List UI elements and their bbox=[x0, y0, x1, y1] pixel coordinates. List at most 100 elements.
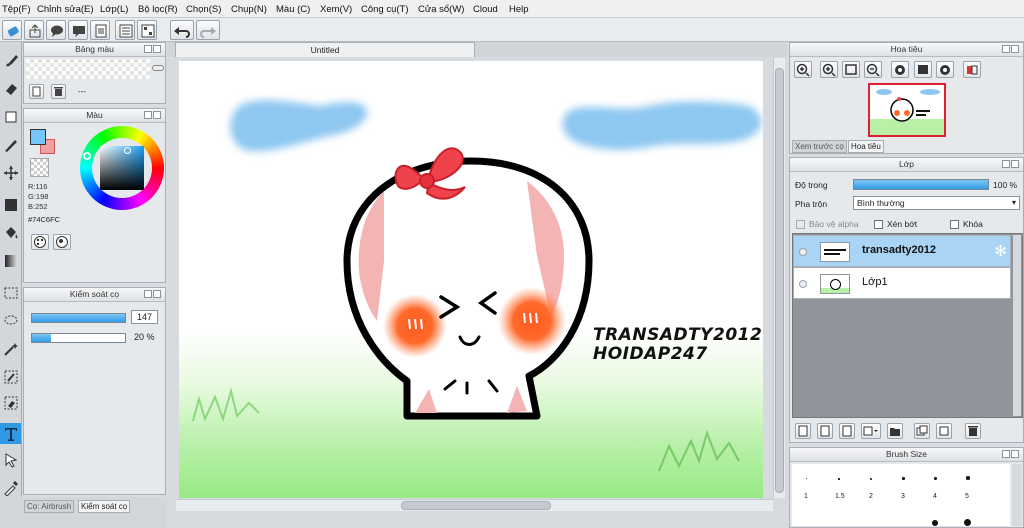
tab-navigator[interactable]: Hoa tiêu bbox=[848, 140, 884, 153]
brush-size-1-5[interactable]: 1.5 bbox=[835, 493, 845, 500]
duplicate-layer-button[interactable] bbox=[914, 423, 930, 439]
gear-icon[interactable]: ✻ bbox=[994, 244, 1007, 259]
panel-window-buttons[interactable] bbox=[1001, 450, 1021, 459]
stabilizer-tool[interactable] bbox=[0, 134, 21, 155]
zoom-in-2-button[interactable] bbox=[820, 61, 838, 78]
chat-button[interactable] bbox=[46, 20, 66, 40]
menu-edit[interactable]: Chỉnh sửa(E) bbox=[37, 4, 94, 15]
layer-item[interactable]: Lớp1 bbox=[793, 267, 1011, 299]
brush-size-4[interactable]: 4 bbox=[933, 493, 937, 500]
redo-button[interactable] bbox=[196, 20, 220, 40]
menu-tools[interactable]: Công cụ(T) bbox=[361, 4, 409, 15]
rotate-right-button[interactable] bbox=[936, 61, 954, 78]
menu-window[interactable]: Cửa sổ(W) bbox=[418, 4, 464, 15]
brush-size-field[interactable]: 147 bbox=[131, 310, 158, 324]
menu-capture[interactable]: Chụp(N) bbox=[231, 4, 267, 15]
palette-scroll[interactable] bbox=[152, 65, 164, 71]
clipping-checkbox[interactable]: Xén bớt bbox=[874, 219, 917, 230]
horizontal-scrollbar[interactable] bbox=[176, 499, 773, 511]
merge-layer-button[interactable] bbox=[936, 423, 952, 439]
panel-window-buttons[interactable] bbox=[143, 290, 163, 299]
zoom-out-button[interactable] bbox=[864, 61, 882, 78]
panel-window-buttons[interactable] bbox=[143, 45, 163, 54]
move-tool[interactable] bbox=[0, 162, 21, 183]
vertical-scroll-thumb[interactable] bbox=[775, 68, 784, 493]
menu-file[interactable]: Tệp(F) bbox=[2, 4, 31, 15]
document-tab[interactable]: Untitled bbox=[175, 42, 475, 57]
select-pen-tool[interactable] bbox=[0, 366, 21, 387]
brush-size-scrollbar[interactable] bbox=[1012, 464, 1022, 526]
menu-select[interactable]: Chọn(S) bbox=[186, 4, 221, 15]
horizontal-scroll-thumb[interactable] bbox=[401, 501, 551, 510]
fit-screen-button[interactable] bbox=[842, 61, 860, 78]
foreground-color-swatch[interactable] bbox=[30, 129, 46, 145]
reset-view-button[interactable] bbox=[914, 61, 932, 78]
bucket-tool[interactable] bbox=[0, 222, 21, 243]
new-layer-button[interactable] bbox=[795, 423, 811, 439]
new-layer-2-button[interactable] bbox=[817, 423, 833, 439]
tab-airbrush[interactable]: Cọ: Airbrush bbox=[24, 500, 75, 513]
panel-window-buttons[interactable] bbox=[143, 111, 163, 120]
delete-layer-button[interactable] bbox=[965, 423, 981, 439]
export-button[interactable] bbox=[24, 20, 44, 40]
layer-opacity-slider[interactable] bbox=[853, 179, 989, 190]
transparent-color-swatch[interactable] bbox=[30, 158, 49, 177]
magic-wand-tool[interactable] bbox=[0, 338, 21, 359]
text-tool[interactable] bbox=[0, 423, 21, 444]
rotate-left-button[interactable] bbox=[891, 61, 909, 78]
protect-alpha-checkbox[interactable]: Bảo vệ alpha bbox=[796, 219, 859, 230]
lock-checkbox[interactable]: Khóa bbox=[950, 219, 983, 230]
gradient-tool[interactable] bbox=[0, 250, 21, 271]
fill-rect-tool[interactable] bbox=[0, 194, 21, 215]
layer-list-scrollbar[interactable] bbox=[1013, 235, 1021, 416]
folder-button[interactable] bbox=[887, 423, 903, 439]
brush-size-1[interactable]: 1 bbox=[804, 493, 808, 500]
brush-opacity-slider[interactable] bbox=[31, 333, 126, 343]
zoom-in-button[interactable] bbox=[794, 61, 812, 78]
undo-button[interactable] bbox=[170, 20, 194, 40]
select-rect-tool[interactable] bbox=[0, 282, 21, 303]
color-settings-button[interactable] bbox=[53, 234, 71, 250]
tab-brush-control[interactable]: Kiểm soát cọ bbox=[78, 500, 131, 513]
eyedropper-tool[interactable] bbox=[0, 477, 21, 498]
panel-window-buttons[interactable] bbox=[1001, 160, 1021, 169]
panel-window-buttons[interactable] bbox=[1001, 45, 1021, 54]
palette-swatches[interactable] bbox=[26, 59, 150, 79]
add-palette-button[interactable] bbox=[29, 84, 44, 99]
flip-button[interactable] bbox=[963, 61, 981, 78]
tab-brush-preview[interactable]: Xem trước cọ bbox=[792, 140, 847, 153]
layer-item-selected[interactable]: transadty2012 ✻ bbox=[793, 235, 1011, 267]
brush-size-2[interactable]: 2 bbox=[869, 493, 873, 500]
navigator-preview[interactable] bbox=[868, 83, 946, 137]
color-wheel[interactable] bbox=[80, 126, 164, 210]
comment-button[interactable] bbox=[68, 20, 88, 40]
canvas-mode-button[interactable] bbox=[2, 20, 22, 40]
brush-size-5[interactable]: 5 bbox=[965, 493, 969, 500]
saturation-value-square[interactable] bbox=[100, 146, 144, 190]
color-mode-button[interactable] bbox=[31, 234, 49, 250]
document-button[interactable] bbox=[90, 20, 110, 40]
menu-layer[interactable]: Lớp(L) bbox=[100, 4, 128, 15]
menu-help[interactable]: Help bbox=[509, 4, 529, 15]
menu-filter[interactable]: Bộ lọc(R) bbox=[138, 4, 178, 15]
delete-palette-button[interactable] bbox=[51, 84, 66, 99]
operation-tool[interactable] bbox=[0, 449, 21, 470]
drawing-canvas[interactable]: TRANSADTY2012 HOIDAP247 bbox=[179, 61, 763, 498]
grid-button[interactable] bbox=[137, 20, 157, 40]
menu-view[interactable]: Xem(V) bbox=[320, 4, 352, 15]
brush-tool[interactable] bbox=[0, 50, 21, 71]
rectangle-tool[interactable] bbox=[0, 106, 21, 127]
layer-menu-button[interactable] bbox=[861, 423, 881, 439]
lasso-tool[interactable] bbox=[0, 310, 21, 331]
blend-mode-select[interactable]: Bình thường ▾ bbox=[853, 196, 1020, 210]
select-eraser-tool[interactable] bbox=[0, 392, 21, 413]
brush-size-3[interactable]: 3 bbox=[901, 493, 905, 500]
settings-list-button[interactable] bbox=[115, 20, 135, 40]
brush-size-slider[interactable] bbox=[31, 313, 126, 323]
vertical-scrollbar[interactable] bbox=[773, 58, 785, 498]
eraser-tool[interactable] bbox=[0, 78, 21, 99]
visibility-toggle[interactable] bbox=[799, 280, 807, 288]
menu-color[interactable]: Màu (C) bbox=[276, 4, 310, 15]
visibility-toggle[interactable] bbox=[799, 248, 807, 256]
menu-cloud[interactable]: Cloud bbox=[473, 4, 498, 15]
